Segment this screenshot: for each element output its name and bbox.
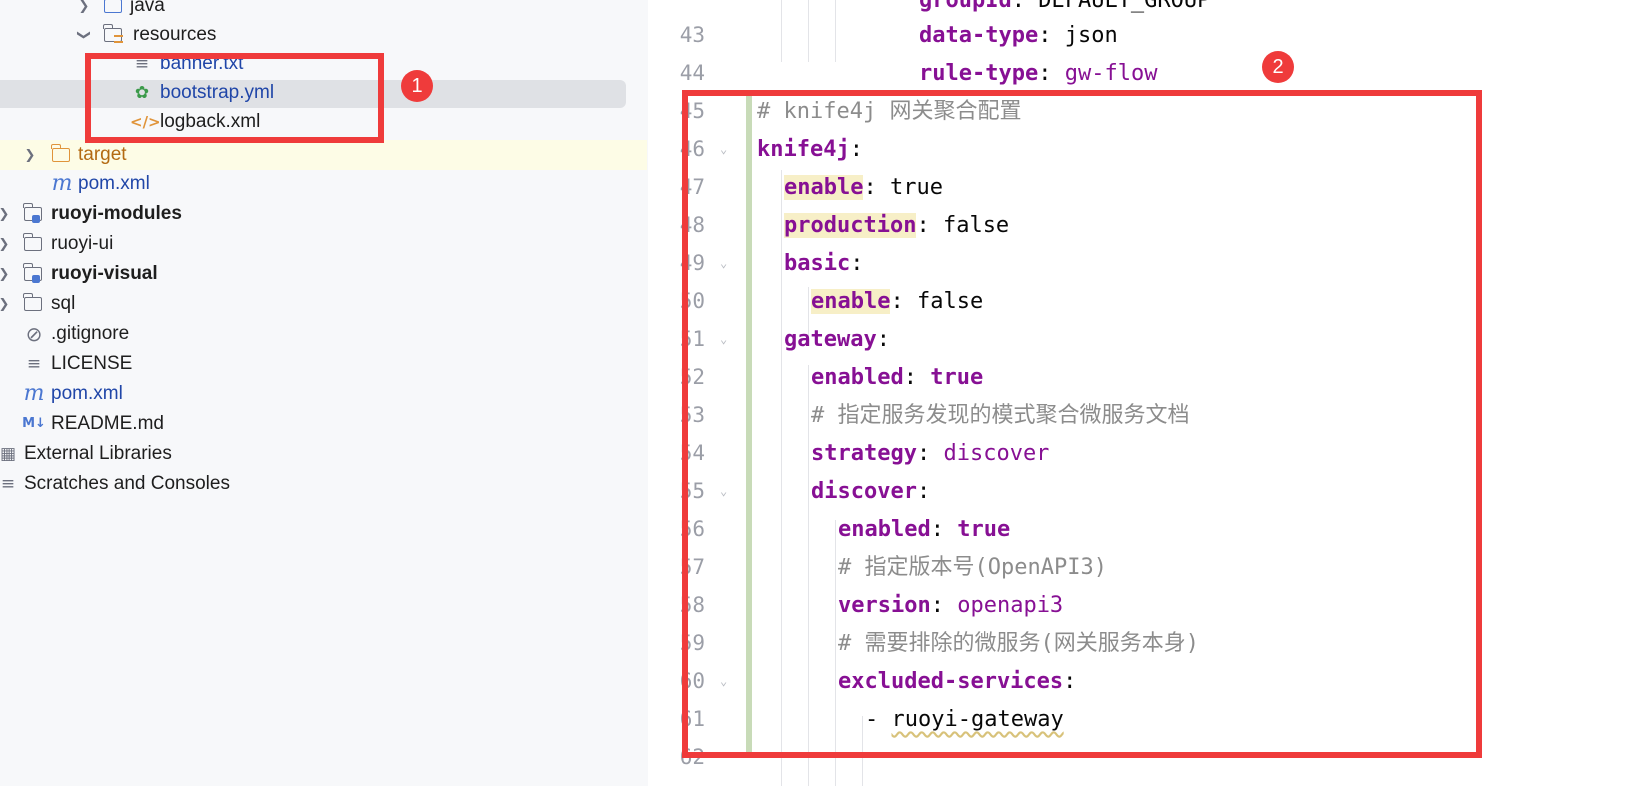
- text-lines-icon: ≡: [26, 354, 42, 374]
- tree-item-label: pom.xml: [51, 383, 123, 404]
- module-folder-icon: [22, 259, 46, 289]
- ide-window: ❯ java ❯ resources ≡ banner.txt ✿ bootst…: [0, 0, 1630, 786]
- line-number: 44: [679, 61, 705, 85]
- annotation-badge-1: 1: [401, 70, 433, 102]
- yaml-value: DEFAULT_GROUP: [1038, 0, 1211, 13]
- tree-item-label: pom.xml: [78, 173, 150, 194]
- tree-item-gitignore[interactable]: ⊘ .gitignore: [0, 319, 648, 349]
- tree-item-ruoyi-modules[interactable]: ❯ ruoyi-modules: [0, 199, 648, 229]
- module-folder-icon: [22, 199, 46, 229]
- yaml-key: groupId: [919, 0, 1012, 13]
- yaml-key: data-type: [919, 23, 1039, 48]
- tree-item-resources[interactable]: ❯ resources: [0, 20, 648, 50]
- chevron-right-icon[interactable]: ❯: [0, 289, 12, 319]
- tree-item-target[interactable]: ❯ target: [0, 140, 647, 170]
- tree-item-ruoyi-visual[interactable]: ❯ ruoyi-visual: [0, 259, 648, 289]
- code-line-43: 43 data-type: json: [648, 16, 1630, 55]
- tree-item-sql[interactable]: ❯ sql: [0, 289, 648, 319]
- yaml-key: rule-type: [919, 61, 1039, 86]
- chevron-right-icon[interactable]: ❯: [0, 199, 12, 229]
- tree-item-label: target: [78, 144, 127, 165]
- tree-item-external-libraries[interactable]: ▦ External Libraries: [0, 439, 648, 469]
- tree-item-license[interactable]: ≡ LICENSE: [0, 349, 648, 379]
- folder-icon: [22, 289, 46, 319]
- yaml-value: json: [1064, 23, 1118, 48]
- chevron-right-icon[interactable]: ❯: [0, 229, 12, 259]
- tree-item-label: External Libraries: [24, 443, 172, 464]
- scratches-icon: ≡: [0, 474, 16, 494]
- chevron-right-icon[interactable]: ❯: [22, 140, 38, 170]
- libraries-icon: ▦: [0, 444, 17, 464]
- annotation-box-1: [85, 53, 384, 143]
- annotation-badge-2: 2: [1262, 51, 1294, 83]
- chevron-right-icon[interactable]: ❯: [76, 0, 92, 21]
- folder-icon: [102, 0, 126, 21]
- tree-item-label: sql: [51, 293, 76, 314]
- tree-item-pom-xml-gateway[interactable]: m pom.xml: [0, 169, 648, 199]
- tree-item-label: resources: [133, 24, 217, 45]
- tree-item-label: README.md: [51, 413, 164, 434]
- tree-item-label: .gitignore: [51, 323, 130, 344]
- resources-folder-icon: [102, 20, 126, 50]
- chevron-down-icon[interactable]: ❯: [69, 27, 99, 43]
- tree-item-label: ruoyi-ui: [51, 233, 114, 254]
- yaml-value: gw-flow: [1064, 61, 1158, 86]
- markdown-icon: M↓: [22, 416, 46, 431]
- tree-item-label: ruoyi-visual: [51, 263, 158, 284]
- tree-item-label: ruoyi-modules: [51, 203, 182, 224]
- chevron-right-icon[interactable]: ❯: [0, 259, 12, 289]
- annotation-box-2: [682, 90, 1482, 758]
- ignore-file-icon: ⊘: [25, 322, 43, 346]
- maven-icon: m: [51, 171, 73, 196]
- tree-item-readme-md[interactable]: M↓ README.md: [0, 409, 648, 439]
- tree-item-label: Scratches and Consoles: [24, 473, 230, 494]
- maven-icon: m: [23, 381, 45, 406]
- tree-item-label: LICENSE: [51, 353, 133, 374]
- tree-item-scratches[interactable]: ≡ Scratches and Consoles: [0, 469, 648, 499]
- tree-item-label: java: [130, 0, 165, 16]
- code-line-44: 44 rule-type: gw-flow: [648, 54, 1630, 93]
- line-number: 43: [679, 23, 705, 47]
- excluded-folder-icon: [50, 140, 74, 170]
- tree-item-ruoyi-ui[interactable]: ❯ ruoyi-ui: [0, 229, 648, 259]
- tree-item-java[interactable]: ❯ java: [0, 0, 648, 21]
- tree-item-pom-xml-root[interactable]: m pom.xml: [0, 379, 648, 409]
- folder-icon: [22, 229, 46, 259]
